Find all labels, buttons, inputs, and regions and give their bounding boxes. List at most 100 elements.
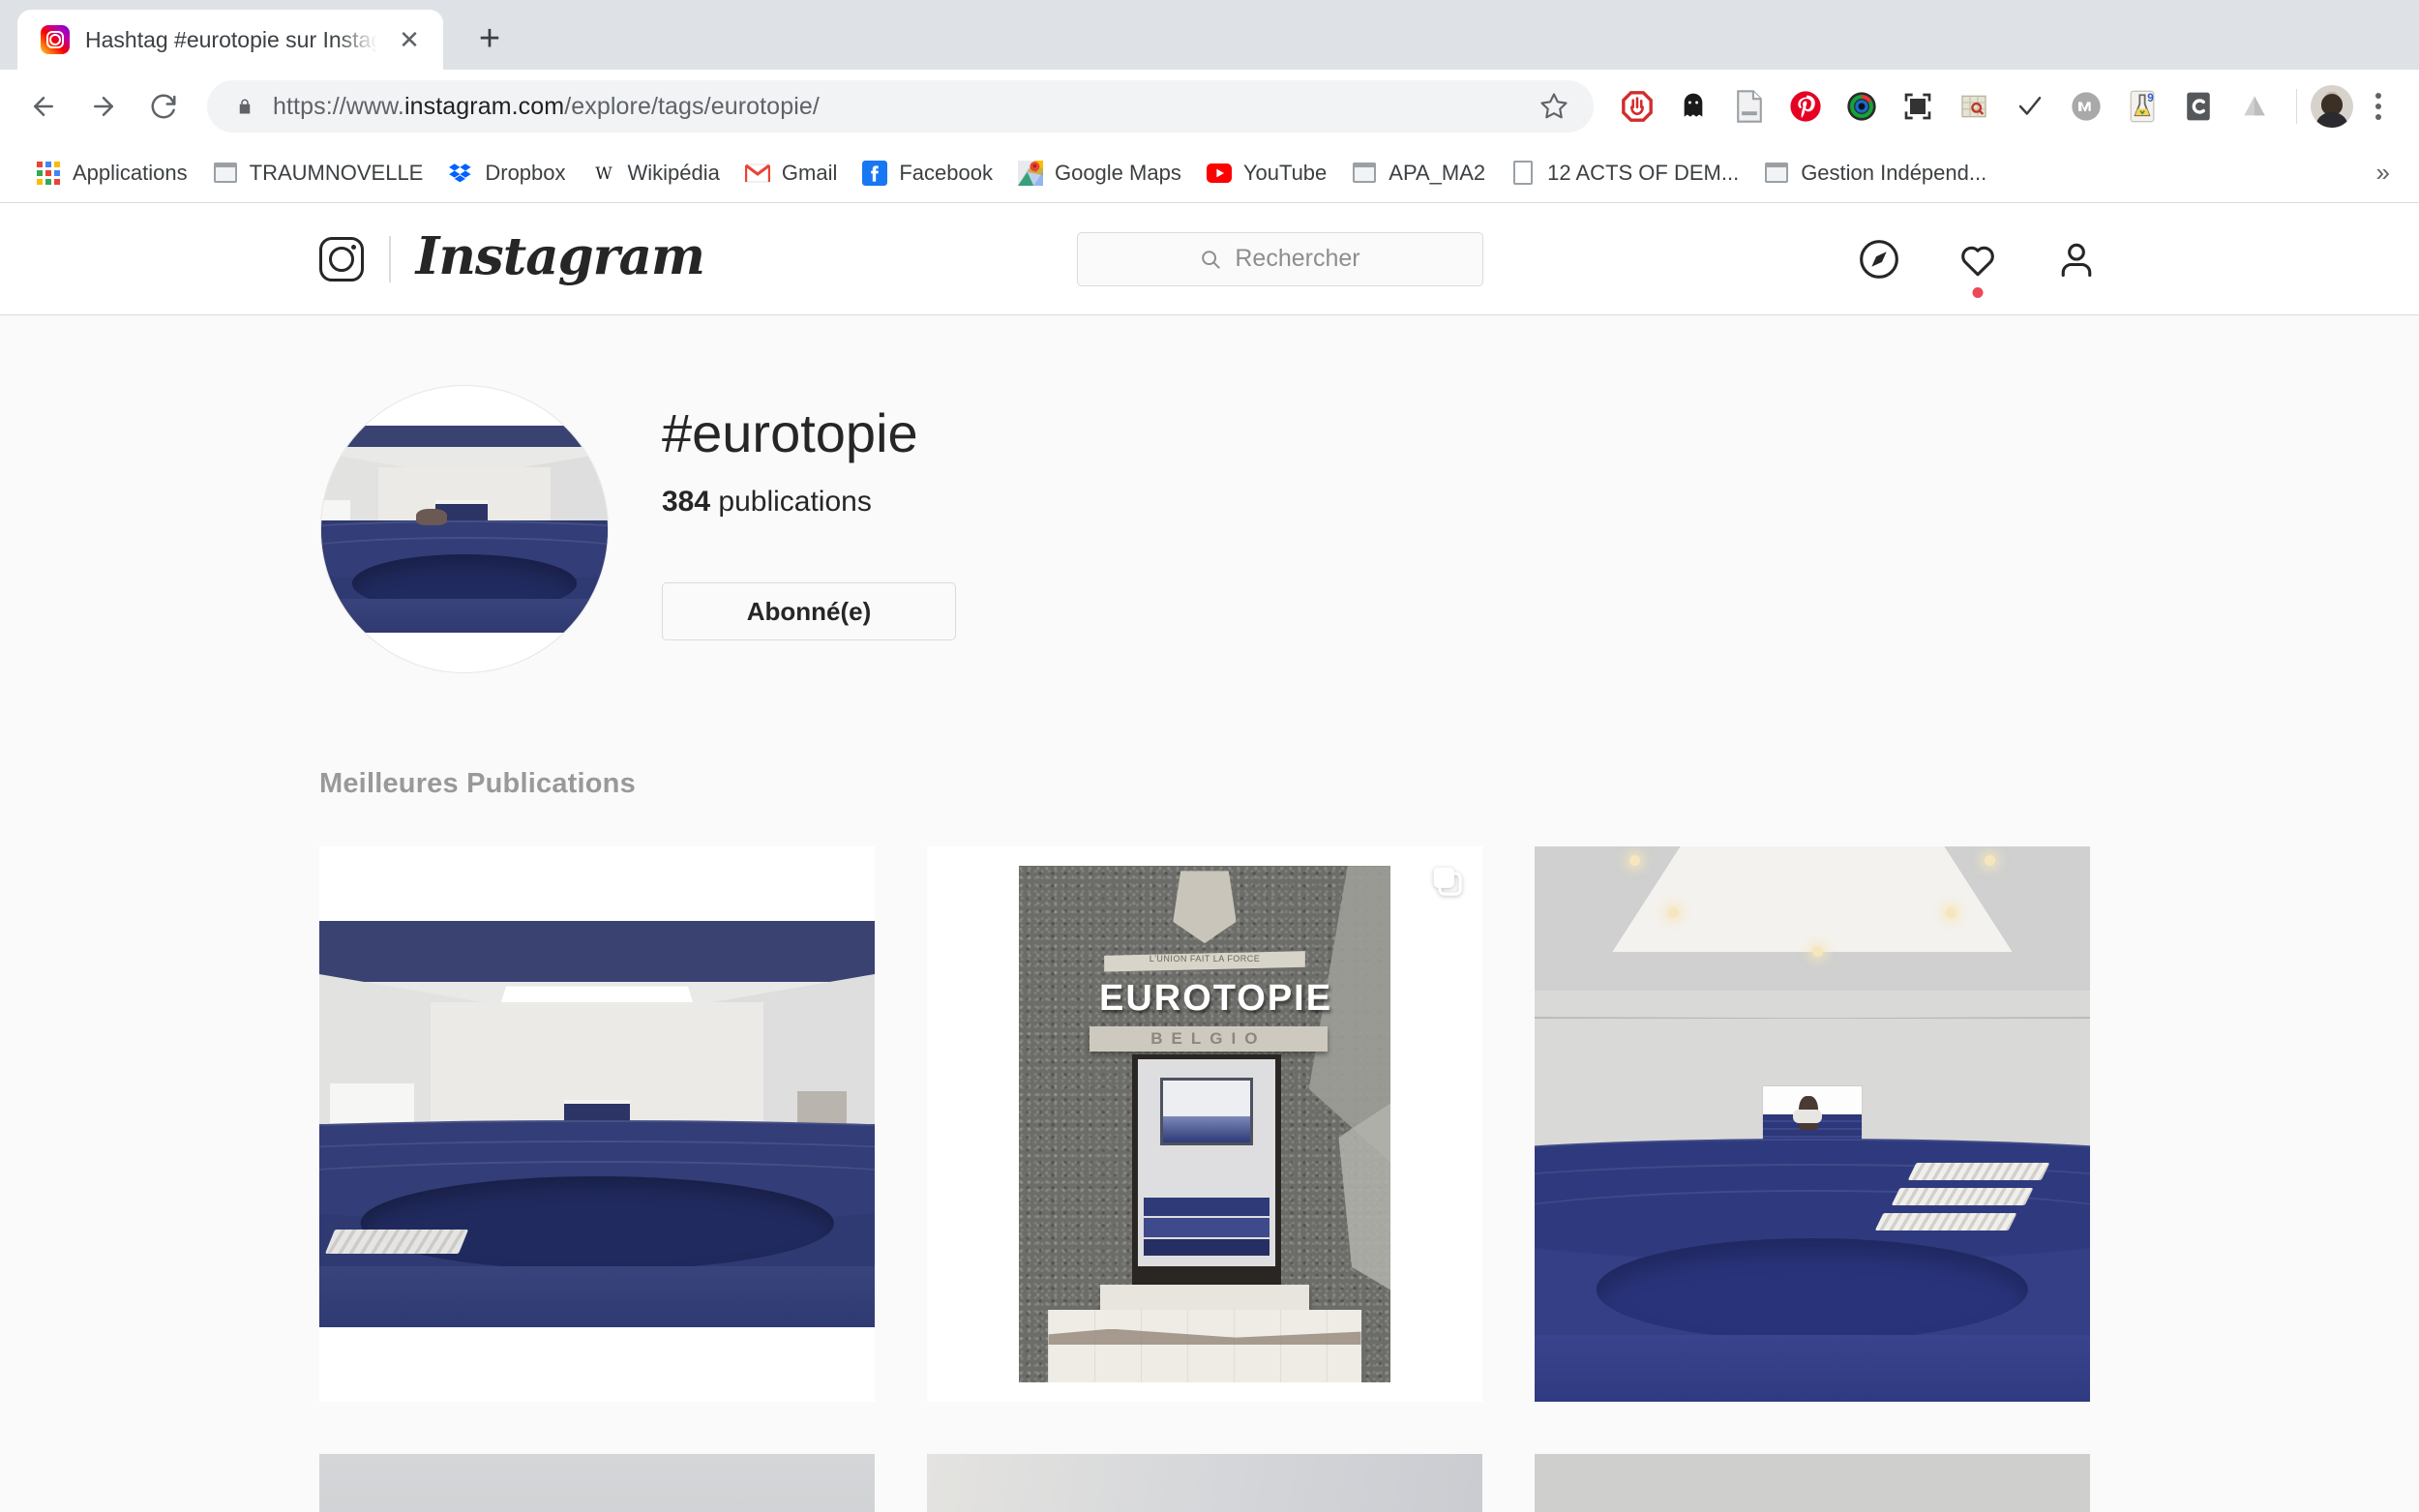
hashtag-avatar[interactable]	[320, 385, 609, 673]
bookmark-gestion-independ[interactable]: Gestion Indépend...	[1751, 154, 1999, 193]
tab-title: Hashtag #eurotopie sur Instagr	[85, 26, 377, 52]
facebook-icon	[862, 160, 888, 186]
bookmark-google-maps[interactable]: Google Maps	[1005, 154, 1194, 193]
search-placeholder: Rechercher	[1235, 245, 1360, 272]
dropbox-icon	[448, 161, 473, 186]
new-tab-button[interactable]: +	[461, 10, 519, 68]
document-extension-icon[interactable]	[1721, 78, 1777, 134]
posts-grid-next-row	[319, 1454, 2100, 1512]
instagram-camera-icon	[319, 236, 364, 282]
bookmark-label: Dropbox	[485, 160, 566, 185]
publication-count: 384 publications	[662, 486, 956, 519]
browser-tab[interactable]: Hashtag #eurotopie sur Instagr ✕	[17, 10, 443, 70]
bookmark-label: Applications	[73, 160, 188, 185]
post-2-image: L'UNION FAIT LA FORCE EUROTOPIE BELGIO	[927, 846, 1482, 1402]
bookmark-youtube[interactable]: YouTube	[1194, 154, 1339, 193]
publication-count-label: publications	[718, 486, 872, 519]
follow-button[interactable]: Abonné(e)	[662, 582, 956, 641]
ghostery-icon[interactable]	[1665, 78, 1721, 134]
bookmark-star-icon	[1540, 93, 1568, 119]
folder-icon	[1764, 161, 1789, 186]
kebab-menu-icon[interactable]	[2353, 78, 2404, 134]
search-input[interactable]: Rechercher	[1076, 231, 1483, 286]
checkmark-extension-icon[interactable]	[2002, 78, 2058, 134]
search-icon	[1202, 250, 1221, 269]
screenshot-capture-icon[interactable]	[1890, 78, 1946, 134]
back-arrow-icon[interactable]	[14, 76, 74, 136]
post-blue-amphitheatre-wide[interactable]	[319, 846, 875, 1402]
bookmark-gmail[interactable]: Gmail	[732, 154, 850, 193]
explore-compass-icon[interactable]	[1856, 236, 1902, 282]
logo-divider	[389, 235, 391, 282]
apps-grid-icon	[36, 161, 61, 186]
drive-extension-icon[interactable]	[2226, 78, 2283, 134]
post-blue-amphitheatre-square[interactable]	[1535, 846, 2090, 1402]
chrome-profile-avatar[interactable]	[2311, 85, 2353, 128]
adblock-stop-icon[interactable]	[1609, 78, 1665, 134]
browser-window: Hashtag #eurotopie sur Instagr ✕ + https…	[0, 0, 2419, 1512]
bookmark-label: Facebook	[899, 160, 993, 185]
url-text: https://www.instagram.com/explore/tags/e…	[273, 92, 820, 120]
browser-toolbar: https://www.instagram.com/explore/tags/e…	[0, 70, 2419, 143]
reload-icon[interactable]	[134, 76, 194, 136]
map-search-icon[interactable]	[1946, 78, 2002, 134]
bookmark-label: 12 ACTS OF DEM...	[1547, 160, 1740, 185]
bookmark-traumnovelle[interactable]: TRAUMNOVELLE	[200, 154, 436, 193]
posts-grid: L'UNION FAIT LA FORCE EUROTOPIE BELGIO	[319, 846, 2100, 1402]
page-title: #eurotopie	[662, 402, 918, 463]
instagram-wordmark: Instagram	[415, 225, 705, 286]
bookmarks-bar: Applications TRAUMNOVELLE Dropbox W Wiki…	[0, 143, 2419, 203]
bookmark-applications[interactable]: Applications	[23, 154, 200, 193]
instagram-favicon	[41, 25, 70, 54]
bookmark-facebook[interactable]: Facebook	[850, 154, 1005, 193]
svg-text:9: 9	[2147, 92, 2154, 104]
toolbar-divider	[2296, 89, 2297, 124]
post-1-image	[319, 921, 875, 1327]
belgian-lion-crest	[1173, 871, 1237, 944]
bookmark-label: Google Maps	[1054, 160, 1181, 185]
instagram-header: Instagram Rechercher	[0, 203, 2419, 315]
bookmark-label: Wikipédia	[627, 160, 720, 185]
tab-close-icon[interactable]: ✕	[393, 23, 426, 56]
belgio-sign: BELGIO	[1089, 1025, 1328, 1052]
folder-icon	[213, 161, 238, 186]
lock-icon	[239, 99, 251, 114]
post-partial-3[interactable]	[1535, 1454, 2090, 1512]
post-3-image	[1535, 846, 2090, 1402]
c-extension-icon[interactable]	[2170, 78, 2226, 134]
hashtag-profile-header: #eurotopie 384 publications Abonné(e)	[319, 315, 2100, 673]
post-eurotopie-belgio-doorway[interactable]: L'UNION FAIT LA FORCE EUROTOPIE BELGIO	[927, 846, 1482, 1402]
bookmark-label: Gestion Indépend...	[1801, 160, 1987, 185]
bookmark-label: Gmail	[781, 160, 838, 185]
activity-badge	[1972, 286, 1984, 298]
tab-strip: Hashtag #eurotopie sur Instagr ✕ +	[0, 0, 2419, 70]
motto-text: L'UNION FAIT LA FORCE	[1149, 954, 1261, 964]
bookmarks-overflow-button[interactable]: »	[2363, 152, 2404, 193]
bookmark-dropbox[interactable]: Dropbox	[435, 154, 578, 193]
document-icon	[1510, 161, 1536, 186]
colorzilla-icon[interactable]	[1834, 78, 1890, 134]
medium-icon[interactable]	[2058, 78, 2114, 134]
instagram-logo[interactable]: Instagram	[319, 225, 705, 292]
address-bar[interactable]: https://www.instagram.com/explore/tags/e…	[207, 80, 1594, 133]
flask-extension-icon[interactable]: 9	[2114, 78, 2170, 134]
activity-heart-icon[interactable]	[1955, 236, 2001, 298]
profile-person-icon[interactable]	[2053, 236, 2100, 282]
wikipedia-icon: W	[591, 161, 616, 186]
bookmark-12-acts-of-dem[interactable]: 12 ACTS OF DEM...	[1498, 154, 1751, 193]
avatar-photo	[321, 426, 608, 633]
post-partial-1[interactable]	[319, 1454, 875, 1512]
gmail-icon	[744, 161, 770, 186]
extension-icons: 9	[1609, 78, 2404, 134]
page-content: #eurotopie 384 publications Abonné(e) Me…	[319, 315, 2100, 1512]
folder-icon	[1352, 161, 1377, 186]
bookmark-apa-ma2[interactable]: APA_MA2	[1339, 154, 1498, 193]
bookmark-wikipedia[interactable]: W Wikipédia	[579, 154, 732, 193]
eurotopie-sign: EUROTOPIE	[1098, 978, 1333, 1020]
motto-ribbon: L'UNION FAIT LA FORCE	[1104, 951, 1305, 972]
forward-arrow-icon[interactable]	[74, 76, 134, 136]
post-partial-2[interactable]	[927, 1454, 1482, 1512]
bookmark-label: YouTube	[1242, 160, 1328, 185]
pinterest-save-icon[interactable]	[1777, 78, 1834, 134]
svg-text:W: W	[595, 164, 612, 184]
